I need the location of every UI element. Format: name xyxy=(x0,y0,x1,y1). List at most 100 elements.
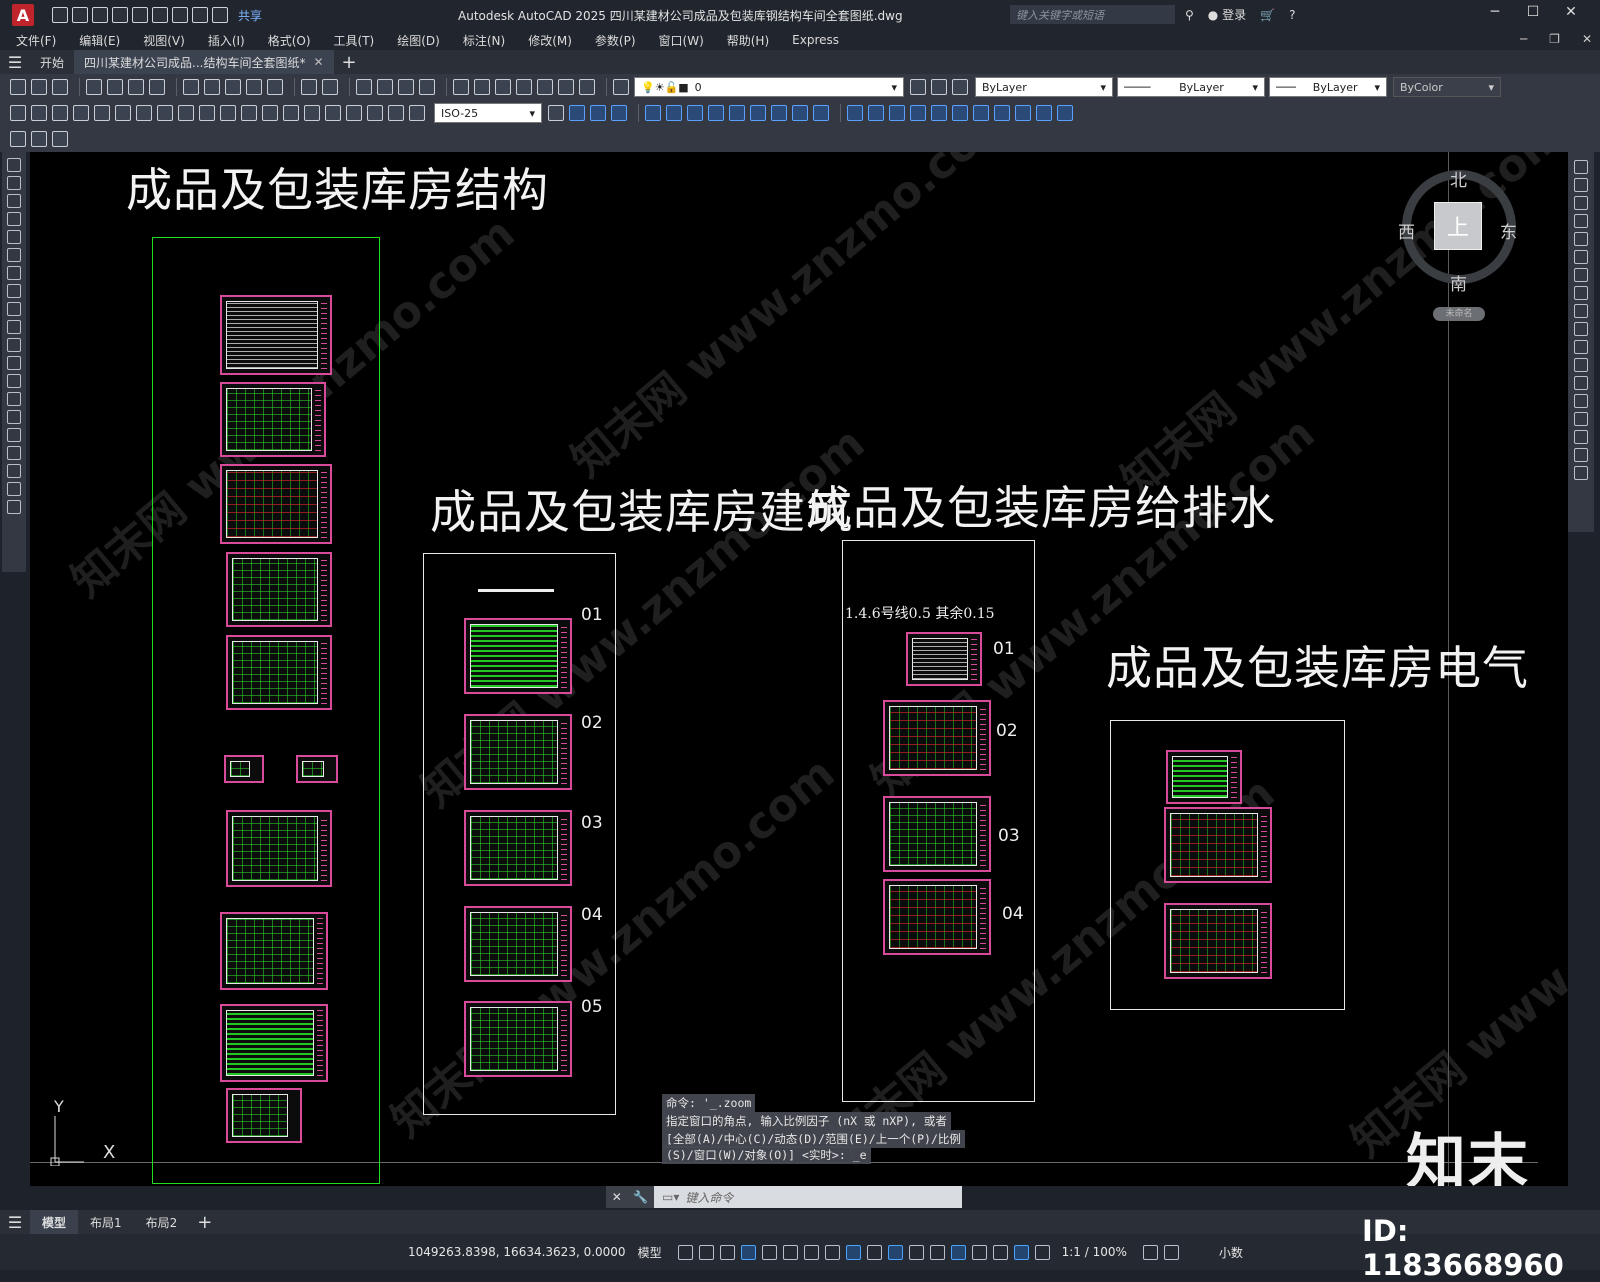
dwf-icon[interactable] xyxy=(149,79,165,95)
plotstyle-dropdown[interactable]: ByColor ▾ xyxy=(1393,77,1501,97)
block-editor-icon[interactable] xyxy=(267,79,283,95)
arc-length-icon[interactable] xyxy=(52,105,68,121)
structure-sheet-05[interactable] xyxy=(226,635,332,710)
group-icon[interactable] xyxy=(10,131,26,147)
plumbing-sheet-03[interactable] xyxy=(883,796,991,872)
stretch-icon[interactable] xyxy=(1574,304,1588,318)
menu-edit[interactable]: 编辑(E) xyxy=(79,32,120,49)
lineweight-icon[interactable] xyxy=(866,1244,882,1260)
modify-tool-icon[interactable] xyxy=(792,105,808,121)
ungroup-icon[interactable] xyxy=(31,131,47,147)
menu-window[interactable]: 窗口(W) xyxy=(659,32,704,49)
solid-tool-icon[interactable] xyxy=(1036,105,1052,121)
zoom-window-icon[interactable] xyxy=(398,79,414,95)
menu-dimension[interactable]: 标注(N) xyxy=(463,32,505,49)
blend-icon[interactable] xyxy=(1574,448,1588,462)
dimstyle-dropdown[interactable]: ISO-25 ▾ xyxy=(434,103,542,123)
menu-modify[interactable]: 修改(M) xyxy=(528,32,572,49)
radius-icon[interactable] xyxy=(94,105,110,121)
annotation-scale[interactable]: 1:1 / 100% xyxy=(1062,1245,1127,1259)
viewcube-west[interactable]: 西 xyxy=(1398,218,1415,243)
make-block-icon[interactable] xyxy=(7,374,21,388)
polyline-icon[interactable] xyxy=(7,194,21,208)
extend-icon[interactable] xyxy=(1574,340,1588,354)
minimize-icon[interactable]: ─ xyxy=(1476,4,1514,20)
preview-icon[interactable] xyxy=(107,79,123,95)
undo-icon-tb[interactable] xyxy=(301,79,317,95)
layer-properties-icon[interactable] xyxy=(613,79,629,95)
center-mark-icon[interactable] xyxy=(304,105,320,121)
structure-sheet-07[interactable] xyxy=(226,810,332,887)
search-input[interactable]: 键入关键字或短语 xyxy=(1010,5,1175,24)
layout-menu-icon[interactable]: ☰ xyxy=(0,1213,30,1232)
viewcube-south[interactable]: 南 xyxy=(1450,270,1467,295)
model-space-toggle[interactable]: 模型 xyxy=(638,1244,662,1261)
close-icon[interactable]: ✕ xyxy=(612,1190,622,1204)
doc-minimize-icon[interactable]: ─ xyxy=(1520,32,1527,46)
solid-tool-icon[interactable] xyxy=(1057,105,1073,121)
sheet-set-icon[interactable] xyxy=(516,79,532,95)
jogged-icon[interactable] xyxy=(115,105,131,121)
cut-icon[interactable] xyxy=(183,79,199,95)
dim-edit-icon[interactable] xyxy=(367,105,383,121)
grid-icon[interactable] xyxy=(677,1244,693,1260)
plumbing-sheet-01[interactable] xyxy=(906,632,982,686)
revcloud-icon[interactable] xyxy=(7,284,21,298)
architecture-sheet-05[interactable] xyxy=(464,1001,572,1077)
new-tab-icon[interactable]: + xyxy=(342,52,357,73)
zoom-realtime-icon[interactable] xyxy=(377,79,393,95)
structure-sheet-06b[interactable] xyxy=(296,755,338,783)
structure-sheet-10[interactable] xyxy=(226,1088,302,1143)
structure-sheet-06a[interactable] xyxy=(224,755,264,783)
plumbing-sheet-04[interactable] xyxy=(883,879,991,955)
modify-tool-icon[interactable] xyxy=(813,105,829,121)
isodraft-icon[interactable] xyxy=(803,1244,819,1260)
angular-icon[interactable] xyxy=(157,105,173,121)
tab-start[interactable]: 开始 xyxy=(30,50,74,74)
viewcube-top-face[interactable]: 上 xyxy=(1434,202,1482,250)
hamburger-menu-icon[interactable]: ☰ xyxy=(0,53,30,72)
dimstyle-manager-icon[interactable] xyxy=(548,105,564,121)
workspace-icon[interactable] xyxy=(1142,1244,1158,1260)
solid-tool-icon[interactable] xyxy=(952,105,968,121)
redo-icon[interactable] xyxy=(212,7,228,23)
structure-sheet-03[interactable] xyxy=(220,464,332,544)
command-recent-icon[interactable]: ▭▾ xyxy=(662,1190,679,1204)
menu-format[interactable]: 格式(O) xyxy=(268,32,311,49)
modify-tool-icon[interactable] xyxy=(666,105,682,121)
tool-palettes-icon[interactable] xyxy=(495,79,511,95)
modify-tool-icon[interactable] xyxy=(687,105,703,121)
copy-object-icon[interactable] xyxy=(1574,178,1588,192)
structure-sheet-02[interactable] xyxy=(220,382,326,457)
ortho-icon[interactable] xyxy=(761,1244,777,1260)
chamfer-icon[interactable] xyxy=(1574,412,1588,426)
close-tab-icon[interactable]: ✕ xyxy=(313,55,323,69)
modify-tool-icon[interactable] xyxy=(729,105,745,121)
break-icon[interactable] xyxy=(1574,376,1588,390)
hatch-icon[interactable] xyxy=(7,410,21,424)
move-icon[interactable] xyxy=(1574,250,1588,264)
share-button[interactable]: 共享 xyxy=(238,7,262,24)
dim-break-icon[interactable] xyxy=(262,105,278,121)
open-file-icon[interactable] xyxy=(72,7,88,23)
web-open-icon[interactable] xyxy=(132,7,148,23)
viewcube-east[interactable]: 东 xyxy=(1500,218,1517,243)
array-icon[interactable] xyxy=(1574,232,1588,246)
explode-icon[interactable] xyxy=(1574,466,1588,480)
infer-icon[interactable] xyxy=(719,1244,735,1260)
add-layout-icon[interactable]: + xyxy=(197,1212,212,1233)
polar-icon[interactable] xyxy=(782,1244,798,1260)
tab-layout2[interactable]: 布局2 xyxy=(134,1210,190,1234)
wcs-menu[interactable]: 未命名 xyxy=(1433,307,1485,321)
auto-scale-icon[interactable] xyxy=(1034,1244,1050,1260)
tab-model[interactable]: 模型 xyxy=(30,1210,79,1234)
menu-tools[interactable]: 工具(T) xyxy=(334,32,375,49)
line-icon[interactable] xyxy=(7,158,21,172)
construction-line-icon[interactable] xyxy=(7,176,21,190)
login-button[interactable]: ● 登录 xyxy=(1208,6,1246,23)
dynamic-ucs-icon[interactable] xyxy=(950,1244,966,1260)
solid-tool-icon[interactable] xyxy=(973,105,989,121)
arc-icon[interactable] xyxy=(7,248,21,262)
modify-tool-icon[interactable] xyxy=(708,105,724,121)
aligned-dim-icon[interactable] xyxy=(31,105,47,121)
